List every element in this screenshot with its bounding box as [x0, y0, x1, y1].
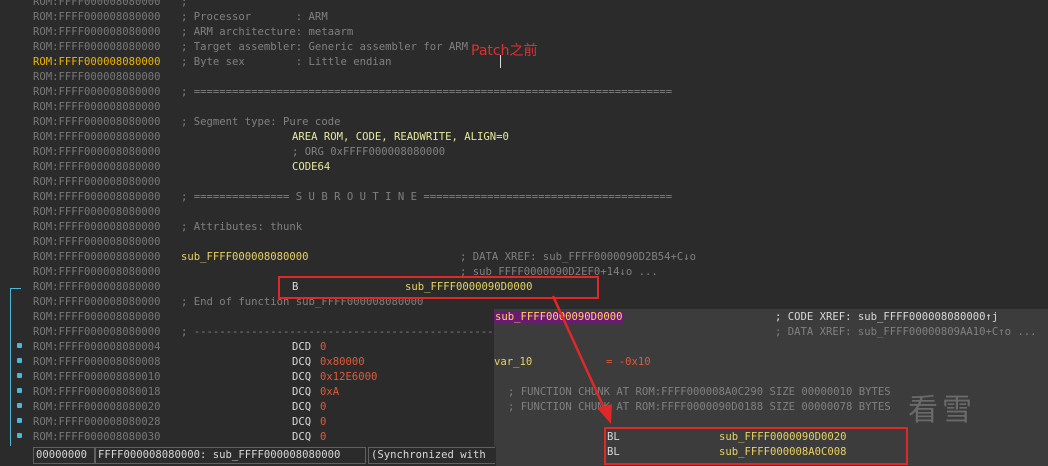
red-arrow-head-icon: [597, 404, 612, 424]
annotation-arrow: [551, 295, 612, 424]
red-arrow-line: [551, 295, 607, 411]
status-sync: (Synchronized with: [368, 447, 495, 464]
watermark-logo: 看雪: [908, 393, 976, 428]
status-offset: 00000000: [33, 447, 95, 464]
status-bar: 00000000 FFFF000008080000: sub_FFFF00000…: [0, 446, 496, 466]
status-location: FFFF000008080000: sub_FFFF000008080000: [95, 447, 366, 464]
